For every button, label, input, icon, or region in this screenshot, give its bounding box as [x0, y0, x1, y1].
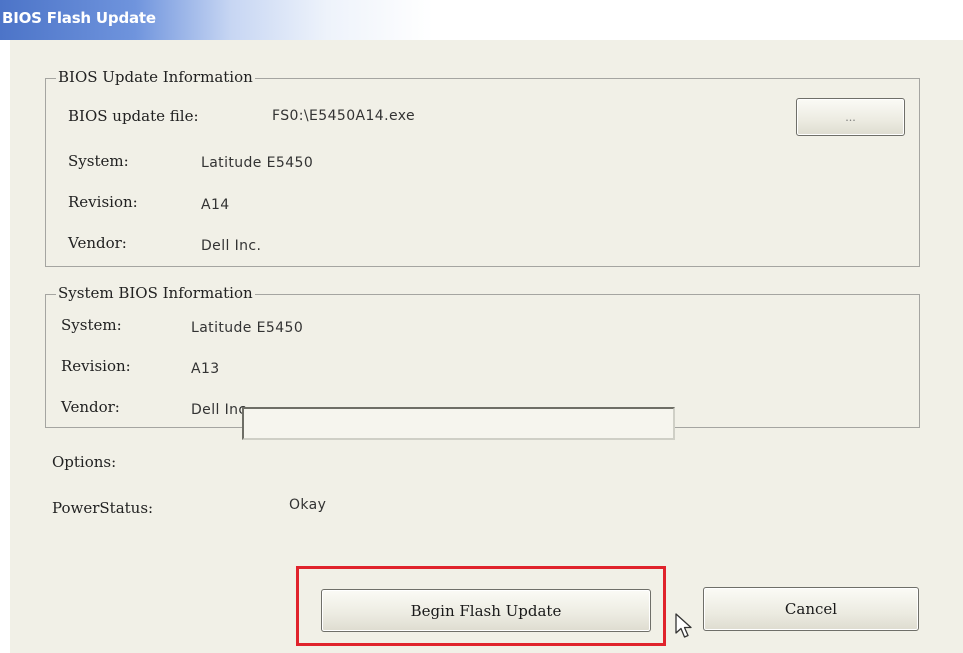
current-system-label: System:	[61, 316, 122, 334]
window-title: BIOS Flash Update	[2, 9, 156, 27]
current-vendor-label: Vendor:	[61, 398, 120, 416]
browse-file-button[interactable]: ...	[796, 98, 905, 136]
options-input[interactable]	[242, 407, 675, 440]
power-status-label: PowerStatus:	[52, 499, 154, 517]
screen: BIOS Flash Update BIOS Update Informatio…	[0, 0, 963, 653]
bios-update-file-label: BIOS update file:	[68, 107, 199, 125]
options-label: Options:	[52, 453, 117, 471]
begin-flash-update-button[interactable]: Begin Flash Update	[321, 589, 651, 632]
update-revision-value: A14	[201, 197, 230, 213]
bios-update-info-title: BIOS Update Information	[56, 68, 255, 86]
current-system-value: Latitude E5450	[191, 320, 304, 336]
current-revision-value: A13	[191, 361, 220, 377]
bios-update-file-value: FS0:\E5450A14.exe	[272, 108, 415, 124]
begin-flash-update-label: Begin Flash Update	[410, 601, 562, 620]
update-system-value: Latitude E5450	[201, 155, 314, 171]
update-vendor-label: Vendor:	[68, 234, 127, 252]
update-vendor-value: Dell Inc.	[201, 238, 262, 254]
dialog-body: BIOS Update Information BIOS update file…	[10, 40, 963, 653]
current-revision-label: Revision:	[61, 357, 131, 375]
browse-file-button-label: ...	[845, 110, 856, 124]
title-bar: BIOS Flash Update	[0, 0, 963, 40]
update-revision-label: Revision:	[68, 193, 138, 211]
update-system-label: System:	[68, 152, 129, 170]
mouse-pointer-icon	[675, 613, 692, 638]
cancel-button[interactable]: Cancel	[703, 587, 919, 631]
power-status-value: Okay	[289, 497, 327, 513]
system-bios-info-title: System BIOS Information	[56, 284, 255, 302]
cancel-label: Cancel	[784, 600, 838, 618]
